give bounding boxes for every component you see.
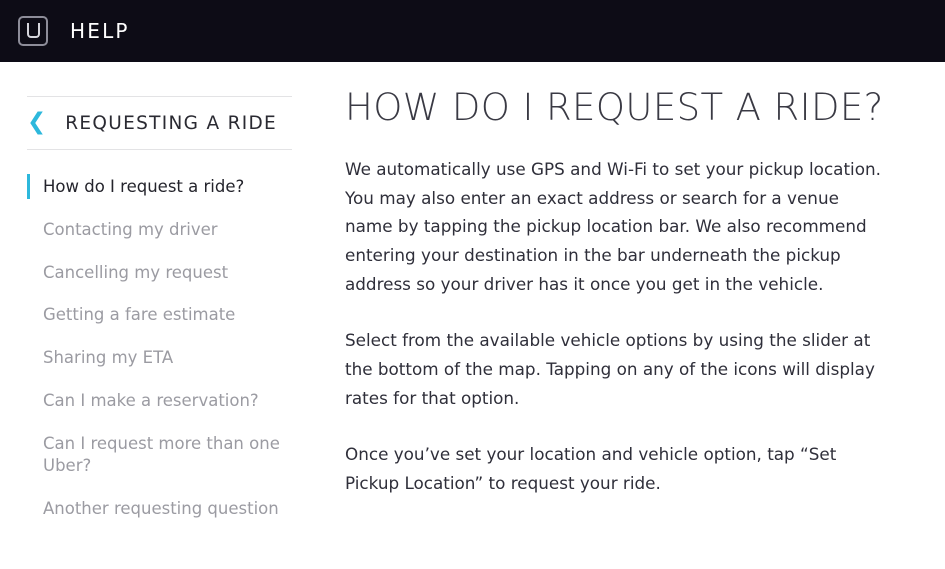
sidebar-category-label: REQUESTING A RIDE	[65, 112, 278, 134]
sidebar-nav: How do I request a ride? Contacting my d…	[27, 173, 345, 520]
sidebar-item-cancelling-my-request[interactable]: Cancelling my request	[27, 262, 345, 284]
sidebar-category-header[interactable]: ❮ REQUESTING A RIDE	[27, 97, 292, 149]
article-paragraph: We automatically use GPS and Wi-Fi to se…	[345, 158, 881, 295]
sidebar-item-how-do-i-request-a-ride[interactable]: How do I request a ride?	[27, 173, 345, 200]
app-header: HELP	[0, 0, 945, 62]
sidebar-item-can-i-make-a-reservation[interactable]: Can I make a reservation?	[27, 390, 345, 412]
article-content: HOW DO I REQUEST A RIDE? We automaticall…	[345, 62, 945, 569]
uber-u-logo-icon[interactable]	[18, 16, 48, 46]
page-title: HOW DO I REQUEST A RIDE?	[345, 86, 884, 129]
help-title: HELP	[70, 19, 130, 43]
page-body: ❮ REQUESTING A RIDE How do I request a r…	[0, 62, 945, 569]
sidebar-divider-bottom	[27, 149, 292, 150]
sidebar: ❮ REQUESTING A RIDE How do I request a r…	[0, 62, 345, 569]
sidebar-item-another-requesting-question[interactable]: Another requesting question	[27, 498, 345, 520]
sidebar-item-contacting-my-driver[interactable]: Contacting my driver	[27, 219, 345, 241]
sidebar-item-getting-a-fare-estimate[interactable]: Getting a fare estimate	[27, 304, 345, 326]
sidebar-item-sharing-my-eta[interactable]: Sharing my ETA	[27, 347, 345, 369]
chevron-left-icon[interactable]: ❮	[27, 110, 46, 134]
article-paragraph: Once you’ve set your location and vehicl…	[345, 443, 837, 493]
sidebar-item-can-i-request-more-than-one-uber[interactable]: Can I request more than one Uber?	[27, 433, 345, 478]
uber-u-glyph	[26, 23, 40, 38]
article-paragraph: Select from the available vehicle option…	[345, 330, 875, 408]
